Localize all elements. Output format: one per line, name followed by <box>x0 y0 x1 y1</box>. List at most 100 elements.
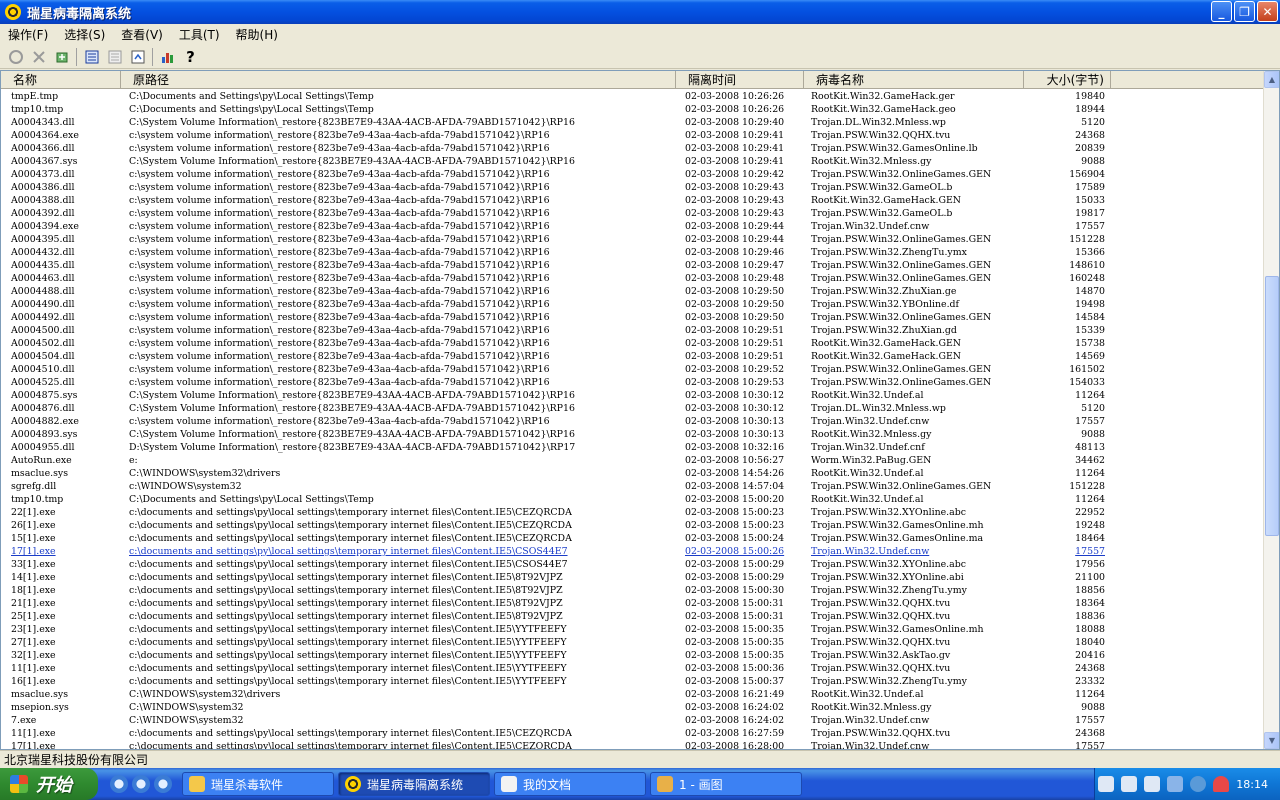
chart-icon[interactable] <box>156 46 179 68</box>
clock: 18:14 <box>1236 777 1268 791</box>
table-row[interactable]: A0004364.exe c:\system volume information… <box>1 129 1265 142</box>
table-row[interactable]: A0004525.dll c:\system volume information… <box>1 376 1265 389</box>
table-row[interactable]: A0004882.exe c:\system volume information… <box>1 415 1265 428</box>
minimize-button[interactable]: _ <box>1211 1 1232 22</box>
table-row[interactable]: A0004488.dll c:\system volume information… <box>1 285 1265 298</box>
add-file-icon[interactable] <box>50 46 73 68</box>
table-row[interactable]: 23[1].exe c:\documents and settings\py\lo… <box>1 623 1265 636</box>
vertical-scrollbar[interactable]: ▲ ▼ <box>1263 71 1279 749</box>
scroll-down-button[interactable]: ▼ <box>1264 732 1279 749</box>
table-row[interactable]: 26[1].exe c:\documents and settings\py\lo… <box>1 519 1265 532</box>
menu-operate[interactable]: 操作(F) <box>0 26 56 43</box>
desktop-icon[interactable] <box>110 775 128 793</box>
table-row[interactable]: AutoRun.exe e: 02-03-2008 10:56:27 Worm.Win… <box>1 454 1265 467</box>
delete-icon[interactable] <box>27 46 50 68</box>
keyboard-icon[interactable] <box>1098 776 1115 792</box>
task-quarantine[interactable]: 瑞星病毒隔离系统 <box>338 772 490 796</box>
table-row[interactable]: 11[1].exe c:\documents and settings\py\lo… <box>1 662 1265 675</box>
table-row[interactable]: A0004875.sys C:\System Volume Information… <box>1 389 1265 402</box>
table-row[interactable]: 33[1].exe c:\documents and settings\py\lo… <box>1 558 1265 571</box>
task-my-documents[interactable]: 我的文档 <box>494 772 646 796</box>
table-row[interactable]: 11[1].exe c:\documents and settings\py\lo… <box>1 727 1265 740</box>
details-view-icon[interactable] <box>80 46 103 68</box>
help-icon[interactable]: ? <box>179 46 202 68</box>
menu-view[interactable]: 查看(V) <box>113 26 171 43</box>
close-button[interactable]: ✕ <box>1257 1 1278 22</box>
table-row[interactable]: A0004386.dll c:\system volume information… <box>1 181 1265 194</box>
table-row[interactable]: msaclue.sys C:\WINDOWS\system32\drivers 02… <box>1 467 1265 480</box>
virus-name-cell: Trojan.DL.Win32.Mnless.wp <box>811 403 946 414</box>
table-row[interactable]: A0004392.dll c:\system volume information… <box>1 207 1265 220</box>
table-row[interactable]: A0004366.dll c:\system volume information… <box>1 142 1265 155</box>
start-button[interactable]: 开始 <box>0 768 98 800</box>
virus-name-cell: RootKit.Win32.Mnless.gy <box>811 702 932 713</box>
column-header-virus[interactable]: 病毒名称 <box>804 71 1024 89</box>
help-tray-icon[interactable] <box>1121 776 1138 792</box>
table-row[interactable]: A0004955.dll D:\System Volume Information… <box>1 441 1265 454</box>
table-row[interactable]: 32[1].exe c:\documents and settings\py\lo… <box>1 649 1265 662</box>
table-row[interactable]: A0004432.dll c:\system volume information… <box>1 246 1265 259</box>
table-row[interactable]: A0004502.dll c:\system volume information… <box>1 337 1265 350</box>
table-row[interactable]: 25[1].exe c:\documents and settings\py\lo… <box>1 610 1265 623</box>
table-row[interactable]: A0004490.dll c:\system volume information… <box>1 298 1265 311</box>
table-row[interactable]: sgrefg.dll c:\WINDOWS\system32 02-03-2008 … <box>1 480 1265 493</box>
table-row[interactable]: A0004504.dll c:\system volume information… <box>1 350 1265 363</box>
table-row[interactable]: A0004395.dll c:\system volume information… <box>1 233 1265 246</box>
table-row[interactable]: A0004394.exe c:\system volume information… <box>1 220 1265 233</box>
table-row[interactable]: msaclue.sys C:\WINDOWS\system32\drivers 02… <box>1 688 1265 701</box>
table-row[interactable]: 7.exe C:\WINDOWS\system32 02-03-2008 16:24… <box>1 714 1265 727</box>
restore-icon[interactable] <box>4 46 27 68</box>
table-row[interactable]: A0004510.dll c:\system volume information… <box>1 363 1265 376</box>
scroll-up-button[interactable]: ▲ <box>1264 71 1279 88</box>
column-header-name[interactable]: 名称 <box>1 71 121 89</box>
quarantine-time-cell: 02-03-2008 15:00:26 <box>685 546 785 557</box>
table-row[interactable]: A0004463.dll c:\system volume information… <box>1 272 1265 285</box>
menu-help[interactable]: 帮助(H) <box>228 26 286 43</box>
network-icon[interactable] <box>1167 776 1184 792</box>
quarantine-list[interactable]: 名称 原路径 隔离时间 病毒名称 大小(字节) tmpE.tmp C:\Docum… <box>0 70 1280 750</box>
list-view-icon[interactable] <box>103 46 126 68</box>
table-row[interactable]: 17[1].exe c:\documents and settings\py\lo… <box>1 545 1265 558</box>
virus-name-cell: Trojan.PSW.Win32.QQHX.tvu <box>811 637 951 648</box>
cursor-icon[interactable] <box>1144 776 1161 792</box>
table-row[interactable]: A0004367.sys C:\System Volume Information… <box>1 155 1265 168</box>
table-row[interactable]: tmp10.tmp C:\Documents and Settings\py\Lo… <box>1 103 1265 116</box>
table-row[interactable]: A0004373.dll c:\system volume information… <box>1 168 1265 181</box>
table-row[interactable]: 14[1].exe c:\documents and settings\py\lo… <box>1 571 1265 584</box>
quarantine-time-cell: 02-03-2008 10:29:47 <box>685 260 785 271</box>
sync-icon[interactable] <box>1190 776 1207 792</box>
table-row[interactable]: A0004500.dll c:\system volume information… <box>1 324 1265 337</box>
table-row[interactable]: msepion.sys C:\WINDOWS\system32 02-03-2008… <box>1 701 1265 714</box>
column-header-path[interactable]: 原路径 <box>121 71 676 89</box>
media-player-icon[interactable] <box>132 775 150 793</box>
task-paint[interactable]: 1 - 画图 <box>650 772 802 796</box>
table-row[interactable]: A0004893.sys C:\System Volume Information… <box>1 428 1265 441</box>
scroll-thumb[interactable] <box>1265 276 1279 536</box>
menu-tools[interactable]: 工具(T) <box>171 26 228 43</box>
table-row[interactable]: 15[1].exe c:\documents and settings\py\lo… <box>1 532 1265 545</box>
table-row[interactable]: tmpE.tmp C:\Documents and Settings\py\Loc… <box>1 90 1265 103</box>
table-row[interactable]: A0004876.dll C:\System Volume Information… <box>1 402 1265 415</box>
table-row[interactable]: 22[1].exe c:\documents and settings\py\lo… <box>1 506 1265 519</box>
table-row[interactable]: A0004435.dll c:\system volume information… <box>1 259 1265 272</box>
table-row[interactable]: tmp10.tmp C:\Documents and Settings\py\Lo… <box>1 493 1265 506</box>
column-header-time[interactable]: 隔离时间 <box>676 71 804 89</box>
table-row[interactable]: A0004492.dll c:\system volume information… <box>1 311 1265 324</box>
rising-tray-icon[interactable] <box>1213 776 1230 792</box>
table-row[interactable]: 16[1].exe c:\documents and settings\py\lo… <box>1 675 1265 688</box>
virus-name-cell: Trojan.PSW.Win32.GamesOnline.mh <box>811 520 984 531</box>
original-path-cell: c:\system volume information\_restore{82… <box>129 286 550 297</box>
size-cell: 22952 <box>1075 507 1105 518</box>
table-row[interactable]: A0004343.dll C:\System Volume Information… <box>1 116 1265 129</box>
table-row[interactable]: 21[1].exe c:\documents and settings\py\lo… <box>1 597 1265 610</box>
table-row[interactable]: 17[1].exe c:\documents and settings\py\lo… <box>1 740 1265 749</box>
table-row[interactable]: A0004388.dll c:\system volume information… <box>1 194 1265 207</box>
internet-explorer-icon[interactable] <box>154 775 172 793</box>
task-antivirus[interactable]: 瑞星杀毒软件 <box>182 772 334 796</box>
table-row[interactable]: 27[1].exe c:\documents and settings\py\lo… <box>1 636 1265 649</box>
refresh-icon[interactable] <box>126 46 149 68</box>
table-row[interactable]: 18[1].exe c:\documents and settings\py\lo… <box>1 584 1265 597</box>
menu-select[interactable]: 选择(S) <box>56 26 113 43</box>
column-header-size[interactable]: 大小(字节) <box>1024 71 1111 89</box>
maximize-button[interactable]: ❐ <box>1234 1 1255 22</box>
